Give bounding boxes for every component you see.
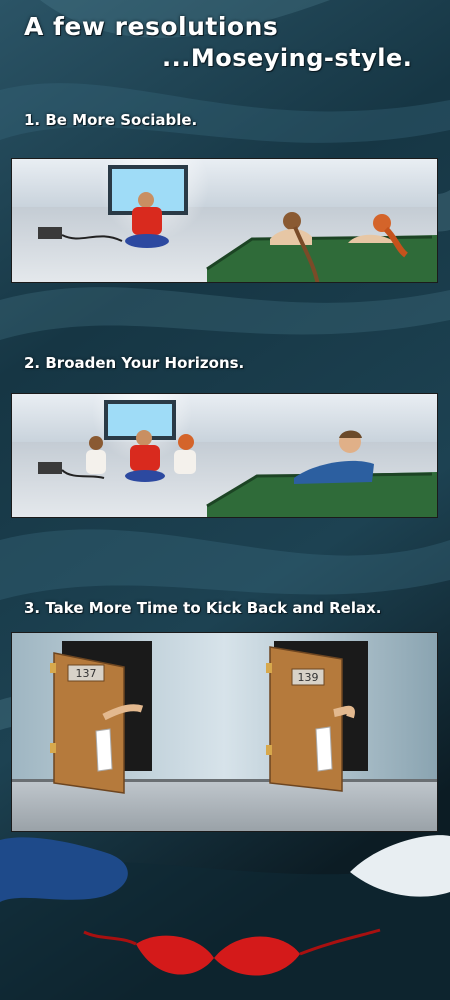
comic-subtitle: ...Moseying-style.: [162, 44, 413, 72]
resolution-caption-1: 1. Be More Sociable.: [24, 111, 198, 129]
foreground-clothes: [0, 835, 450, 976]
resolution-caption-3: 3. Take More Time to Kick Back and Relax…: [24, 599, 382, 617]
door-139: 139: [266, 641, 368, 792]
comic-panel-3: 137 139: [11, 632, 438, 832]
white-shirt: [350, 835, 450, 897]
resolution-caption-2: 2. Broaden Your Horizons.: [24, 354, 245, 372]
comic-title: A few resolutions: [24, 12, 279, 41]
red-bra: [83, 928, 381, 976]
blue-jacket: [0, 837, 128, 902]
comic-panel-1: [11, 158, 438, 283]
door-number-137: 137: [76, 667, 97, 680]
comic-panel-2: [11, 393, 438, 518]
door-137: 137: [50, 641, 152, 794]
door-number-139: 139: [298, 671, 319, 684]
